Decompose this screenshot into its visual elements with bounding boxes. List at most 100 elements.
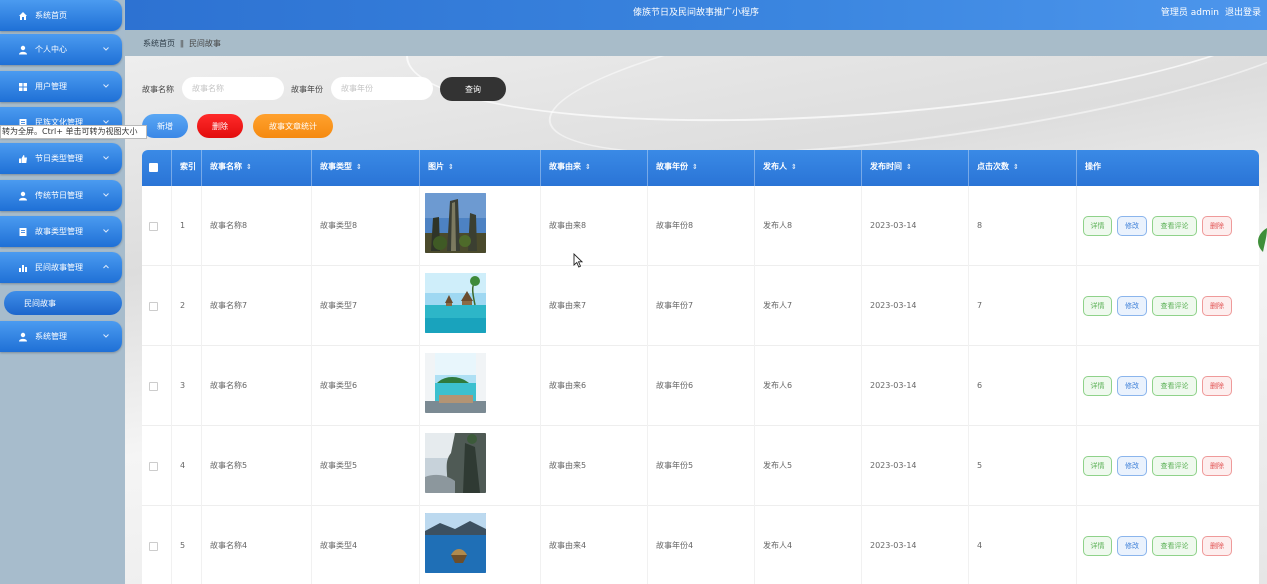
sidebar-item-festival-types[interactable]: 节日类型管理 — [0, 143, 122, 174]
column-label: 图片 — [428, 162, 444, 171]
select-all-checkbox[interactable] — [149, 163, 158, 172]
table-row: 2 故事名称7 故事类型7 故事由来7 故事年份7 发布人7 2023-03-1… — [142, 266, 1259, 346]
story-name-input[interactable] — [182, 77, 284, 100]
story-year-input[interactable] — [331, 77, 433, 100]
column-header-origin[interactable]: 故事由来 ⇕ — [541, 150, 648, 186]
batch-delete-button[interactable]: 删除 — [197, 114, 243, 138]
sort-icon[interactable]: ⇕ — [906, 150, 912, 184]
breadcrumb-home[interactable]: 系统首页 — [143, 38, 175, 49]
row-actions: 详情 修改 查看评论 删除 — [1077, 346, 1259, 426]
detail-button[interactable]: 详情 — [1083, 536, 1112, 556]
row-checkbox[interactable] — [149, 542, 158, 551]
sort-icon[interactable]: ⇕ — [585, 150, 591, 184]
table-row: 4 故事名称5 故事类型5 故事由来5 故事年份5 发布人5 2023-03-1… — [142, 426, 1259, 506]
detail-button[interactable]: 详情 — [1083, 216, 1112, 236]
row-origin: 故事由来5 — [541, 426, 648, 506]
beach-window-photo[interactable] — [425, 353, 486, 413]
row-checkbox[interactable] — [149, 462, 158, 471]
sort-icon[interactable]: ⇕ — [1013, 150, 1019, 184]
row-clicks: 8 — [969, 186, 1077, 266]
view-comments-button[interactable]: 查看评论 — [1152, 456, 1197, 476]
stone-pillars-photo[interactable] — [425, 193, 486, 253]
bar-chart-icon — [17, 262, 29, 274]
column-header-type[interactable]: 故事类型 ⇕ — [312, 150, 420, 186]
sidebar-item-home[interactable]: 系统首页 — [0, 0, 122, 31]
app-title: 傣族节日及民间故事推广小程序 — [632, 8, 759, 18]
breadcrumb-separator: ǁ — [180, 38, 184, 48]
row-image-cell — [420, 186, 541, 266]
row-actions: 详情 修改 查看评论 删除 — [1077, 266, 1259, 346]
delete-button[interactable]: 删除 — [1202, 456, 1232, 476]
column-header-name[interactable]: 故事名称 ⇕ — [202, 150, 312, 186]
sidebar-item-users[interactable]: 用户管理 — [0, 71, 122, 102]
row-type: 故事类型6 — [312, 346, 420, 426]
row-image-cell — [420, 426, 541, 506]
detail-button[interactable]: 详情 — [1083, 376, 1112, 396]
detail-button[interactable]: 详情 — [1083, 296, 1112, 316]
sort-icon[interactable]: ⇕ — [448, 150, 454, 184]
delete-button[interactable]: 删除 — [1202, 296, 1232, 316]
row-year: 故事年份5 — [648, 426, 755, 506]
column-label: 发布人 — [763, 162, 787, 171]
row-time: 2023-03-14 — [862, 186, 969, 266]
sort-icon[interactable]: ⇕ — [791, 150, 797, 184]
edit-button[interactable]: 修改 — [1117, 216, 1147, 236]
row-checkbox[interactable] — [149, 382, 158, 391]
edit-button[interactable]: 修改 — [1117, 456, 1147, 476]
edit-button[interactable]: 修改 — [1117, 296, 1147, 316]
row-name: 故事名称6 — [202, 346, 312, 426]
row-checkbox[interactable] — [149, 302, 158, 311]
sort-icon[interactable]: ⇕ — [356, 150, 362, 184]
lake-island-photo[interactable] — [425, 513, 486, 573]
delete-button[interactable]: 删除 — [1202, 536, 1232, 556]
person-icon — [17, 190, 29, 202]
sidebar-item-label: 用户管理 — [35, 82, 67, 91]
sort-icon[interactable]: ⇕ — [692, 150, 698, 184]
row-clicks: 6 — [969, 346, 1077, 426]
column-header-year[interactable]: 故事年份 ⇕ — [648, 150, 755, 186]
query-button[interactable]: 查询 — [440, 77, 506, 101]
sidebar-subitem-folk-story[interactable]: 民间故事 — [4, 291, 122, 315]
row-name: 故事名称5 — [202, 426, 312, 506]
document-icon — [17, 226, 29, 238]
column-header-time[interactable]: 发布时间 ⇕ — [862, 150, 969, 186]
row-publisher: 发布人7 — [755, 266, 862, 346]
view-comments-button[interactable]: 查看评论 — [1152, 376, 1197, 396]
chevron-down-icon — [103, 334, 109, 338]
sidebar-subitem-label: 民间故事 — [24, 298, 56, 308]
row-actions: 详情 修改 查看评论 删除 — [1077, 186, 1259, 266]
logout-link[interactable]: 退出登录 — [1225, 0, 1261, 26]
sort-icon[interactable]: ⇕ — [246, 150, 252, 184]
column-header-clicks[interactable]: 点击次数 ⇕ — [969, 150, 1077, 186]
story-stats-button[interactable]: 故事文章统计 — [253, 114, 333, 138]
edit-button[interactable]: 修改 — [1117, 536, 1147, 556]
sidebar-item-profile[interactable]: 个人中心 — [0, 34, 122, 65]
sidebar-item-story-types[interactable]: 故事类型管理 — [0, 216, 122, 247]
row-type: 故事类型5 — [312, 426, 420, 506]
sidebar-item-label: 节日类型管理 — [35, 154, 83, 163]
select-all-cell — [142, 150, 172, 186]
row-checkbox[interactable] — [149, 222, 158, 231]
view-comments-button[interactable]: 查看评论 — [1152, 296, 1197, 316]
sidebar-item-system[interactable]: 系统管理 — [0, 321, 122, 352]
edit-button[interactable]: 修改 — [1117, 376, 1147, 396]
view-comments-button[interactable]: 查看评论 — [1152, 216, 1197, 236]
sidebar-item-folk-stories[interactable]: 民间故事管理 — [0, 252, 122, 283]
sidebar-item-label: 民间故事管理 — [35, 263, 83, 272]
column-header-image[interactable]: 图片 ⇕ — [420, 150, 541, 186]
view-comments-button[interactable]: 查看评论 — [1152, 536, 1197, 556]
delete-button[interactable]: 删除 — [1202, 216, 1232, 236]
detail-button[interactable]: 详情 — [1083, 456, 1112, 476]
sidebar-item-traditional-festivals[interactable]: 传统节日管理 — [0, 180, 122, 211]
row-name: 故事名称4 — [202, 506, 312, 584]
tropical-bungalows-photo[interactable] — [425, 273, 486, 333]
row-origin: 故事由来8 — [541, 186, 648, 266]
delete-button[interactable]: 删除 — [1202, 376, 1232, 396]
add-button[interactable]: 新增 — [142, 114, 188, 138]
breadcrumb-current: 民间故事 — [188, 38, 221, 48]
table-row: 5 故事名称4 故事类型4 故事由来4 故事年份4 发布人4 2023-03-1… — [142, 506, 1259, 584]
chevron-down-icon — [103, 229, 109, 233]
cliff-mountain-photo[interactable] — [425, 433, 486, 493]
column-header-publisher[interactable]: 发布人 ⇕ — [755, 150, 862, 186]
column-label: 故事由来 — [549, 162, 581, 171]
